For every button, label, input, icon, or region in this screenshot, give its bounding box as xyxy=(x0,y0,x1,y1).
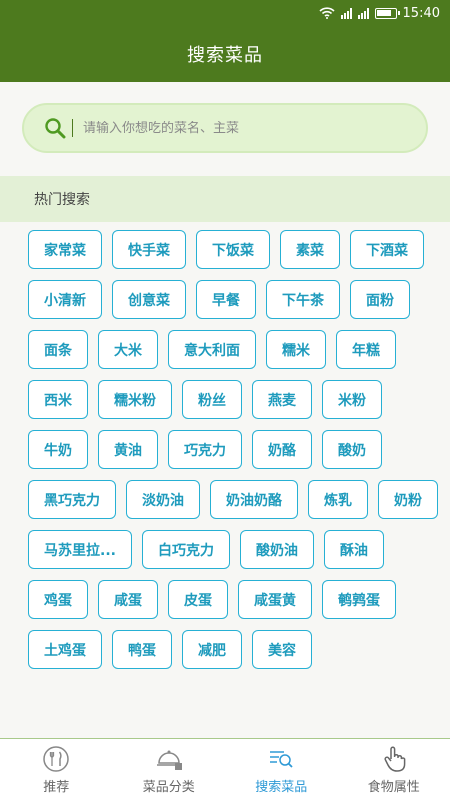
hot-tag-button[interactable]: 牛奶 xyxy=(28,430,88,469)
tab-label: 搜索菜品 xyxy=(255,779,308,795)
hot-tag-button[interactable]: 面条 xyxy=(28,330,88,369)
hot-tag-button[interactable]: 粉丝 xyxy=(182,380,242,419)
hot-tag-button[interactable]: 西米 xyxy=(28,380,88,419)
hot-tag-button[interactable]: 创意菜 xyxy=(112,280,186,319)
hot-tag-button[interactable]: 糯米粉 xyxy=(98,380,172,419)
hot-tag-button[interactable]: 酥油 xyxy=(323,530,384,569)
tab-search[interactable]: 搜索菜品 xyxy=(225,739,338,800)
app-header: 搜索菜品 xyxy=(0,26,450,82)
signal-icon-2 xyxy=(357,7,369,19)
status-time: 15:40 xyxy=(402,5,440,21)
search-icon[interactable] xyxy=(44,117,66,139)
hot-tag-button[interactable]: 皮蛋 xyxy=(168,580,228,619)
hot-tag-button[interactable]: 白巧克力 xyxy=(141,530,230,569)
hot-tag-button[interactable]: 减肥 xyxy=(182,630,242,669)
hot-tag-button[interactable]: 黄油 xyxy=(98,430,158,469)
hot-tag-button[interactable]: 奶粉 xyxy=(378,480,438,519)
bottom-tab-bar: 推荐 菜品分类 搜索菜品 食物属性 xyxy=(0,738,450,800)
hot-tag-button[interactable]: 糯米 xyxy=(266,330,326,369)
hot-tag-button[interactable]: 酸奶油 xyxy=(239,530,314,569)
hand-pointer-icon xyxy=(384,745,406,772)
hot-tag-button[interactable]: 快手菜 xyxy=(112,230,186,269)
hot-tag-button[interactable]: 下午茶 xyxy=(266,280,340,319)
search-bar[interactable] xyxy=(22,103,428,153)
hot-tag-button[interactable]: 面粉 xyxy=(350,280,410,319)
hot-tag-button[interactable]: 素菜 xyxy=(280,230,340,269)
search-input[interactable] xyxy=(83,120,403,136)
hot-search-header: 热门搜索 xyxy=(0,176,450,222)
hot-tag-button[interactable]: 下饭菜 xyxy=(196,230,270,269)
tab-label: 推荐 xyxy=(43,779,70,795)
hot-tag-button[interactable]: 巧克力 xyxy=(168,430,242,469)
hot-search-tags: 家常菜 快手菜 下饭菜 素菜 下酒菜小清新 创意菜 早餐 下午茶 面粉面条 大米 意大利面 糯米 年糕西… xyxy=(28,230,438,738)
hot-tag-button[interactable]: 家常菜 xyxy=(28,230,102,269)
tab-label: 食物属性 xyxy=(367,779,420,795)
hot-tag-button[interactable]: 意大利面 xyxy=(168,330,256,369)
battery-icon xyxy=(374,7,400,19)
hot-tag-button[interactable]: 美容 xyxy=(252,630,312,669)
cloche-icon xyxy=(156,750,182,770)
tab-food-attributes[interactable]: 食物属性 xyxy=(338,739,450,800)
wifi-icon xyxy=(318,7,335,19)
fork-knife-icon xyxy=(43,745,69,772)
hot-tag-button[interactable]: 咸蛋黄 xyxy=(238,580,312,619)
hot-tag-button[interactable]: 黑巧克力 xyxy=(28,480,116,519)
hot-tag-button[interactable]: 咸蛋 xyxy=(98,580,158,619)
hot-tag-button[interactable]: 燕麦 xyxy=(252,380,312,419)
hot-tag-button[interactable]: 奶酪 xyxy=(252,430,312,469)
hot-tag-button[interactable]: 淡奶油 xyxy=(126,480,200,519)
hot-tag-button[interactable]: 酸奶 xyxy=(322,430,382,469)
hot-tag-button[interactable]: 年糕 xyxy=(336,330,396,369)
status-bar: 15:40 xyxy=(0,0,450,26)
hot-tag-button[interactable]: 小清新 xyxy=(28,280,102,319)
hot-tag-button[interactable]: 下酒菜 xyxy=(350,230,424,269)
tab-label: 菜品分类 xyxy=(142,779,195,795)
signal-icon xyxy=(340,7,352,19)
hot-tag-button[interactable]: 大米 xyxy=(98,330,158,369)
text-cursor xyxy=(72,119,73,137)
hot-tag-button[interactable]: 早餐 xyxy=(196,280,256,319)
hot-tag-button[interactable]: 鸡蛋 xyxy=(28,580,88,619)
hot-tag-button[interactable]: 米粉 xyxy=(322,380,382,419)
page-title: 搜索菜品 xyxy=(187,45,263,66)
hot-tag-button[interactable]: 炼乳 xyxy=(308,480,368,519)
tab-category[interactable]: 菜品分类 xyxy=(113,739,226,800)
tab-recommend[interactable]: 推荐 xyxy=(0,739,113,800)
hot-search-title: 热门搜索 xyxy=(34,192,90,208)
hot-tag-button[interactable]: 马苏里拉... xyxy=(28,530,132,569)
hot-tag-button[interactable]: 奶油奶酪 xyxy=(210,480,298,519)
search-list-icon xyxy=(270,750,293,768)
hot-tag-button[interactable]: 鹌鹑蛋 xyxy=(322,580,396,619)
hot-tag-button[interactable]: 鸭蛋 xyxy=(112,630,172,669)
hot-tag-button[interactable]: 土鸡蛋 xyxy=(28,630,102,669)
